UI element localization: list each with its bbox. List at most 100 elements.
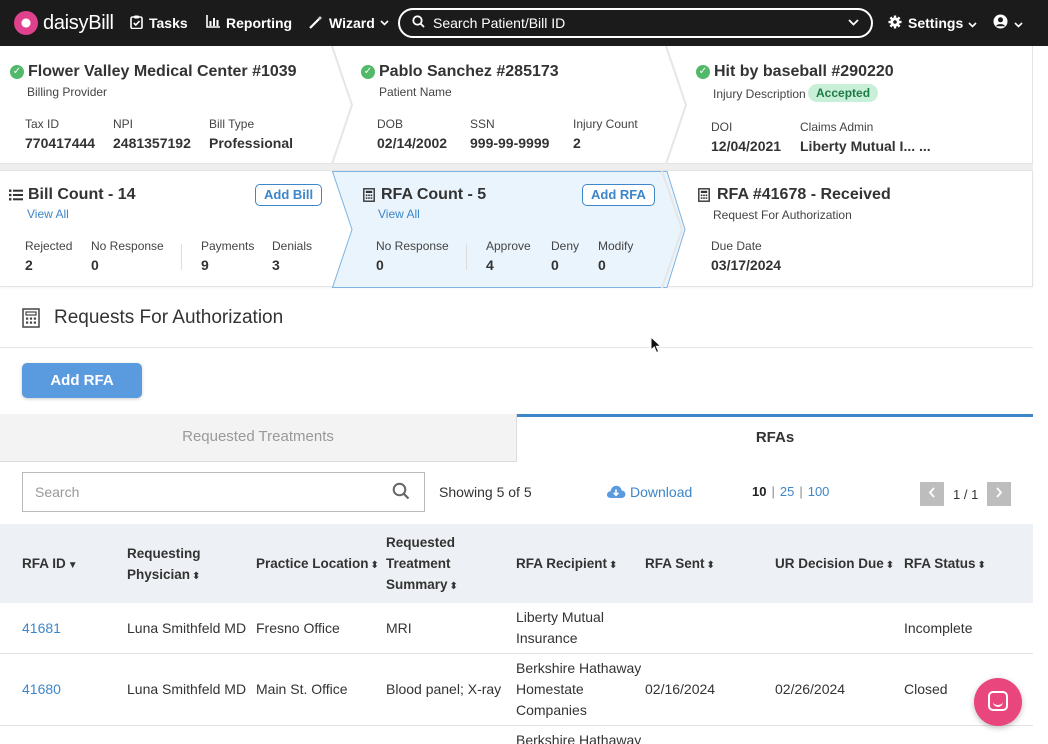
nav-reporting[interactable]: Reporting xyxy=(206,0,292,46)
mouse-cursor-icon xyxy=(650,336,662,354)
status-cell: Closed xyxy=(904,681,948,697)
add-rfa-card-button[interactable]: Add RFA xyxy=(582,184,655,206)
col-rfa-status[interactable]: RFA Status ⬍ xyxy=(904,553,986,576)
search-dropdown-chevron-icon[interactable] xyxy=(848,15,859,29)
table-row[interactable]: 41681 Luna Smithfeld MD Fresno Office MR… xyxy=(0,603,1033,654)
bill-type-label: Bill Type xyxy=(209,117,255,131)
pagination: 1 / 1 xyxy=(920,482,1012,506)
current-rfa-card[interactable]: RFA #41678 - Received Request For Author… xyxy=(680,171,1033,286)
col-treatment-summary[interactable]: Requested Treatment Summary ⬍ xyxy=(386,532,458,597)
list-icon xyxy=(9,189,23,201)
header-label: RFA ID xyxy=(22,556,66,571)
bill-count-title: Bill Count - 14 xyxy=(28,186,136,203)
col-rfa-recipient[interactable]: RFA Recipient ⬍ xyxy=(516,553,617,576)
npi-value: 2481357192 xyxy=(113,135,191,151)
recipient-line: Insurance xyxy=(516,630,578,646)
page-size-selector: 10 | 25 | 100 xyxy=(750,484,831,499)
calculator-form-icon xyxy=(698,188,710,202)
daisy-logo-icon xyxy=(14,11,38,35)
header-label: UR Decision Due xyxy=(775,556,884,571)
calculator-form-icon xyxy=(22,308,40,328)
patient-subtitle: Patient Name xyxy=(379,85,452,99)
page-title-text: Requests For Authorization xyxy=(54,307,284,328)
location-cell: Main St. Office xyxy=(256,681,348,697)
bills-view-all-link[interactable]: View All xyxy=(27,207,69,221)
download-link[interactable]: Download xyxy=(606,484,692,500)
divider xyxy=(181,244,182,270)
sort-icon: ⬍ xyxy=(192,571,201,582)
col-practice-location[interactable]: Practice Location ⬍ xyxy=(256,553,379,576)
rfa-view-all-link[interactable]: View All xyxy=(378,207,420,221)
claims-admin-label: Claims Admin xyxy=(800,120,874,134)
nav-wizard[interactable]: Wizard xyxy=(309,0,389,46)
add-rfa-button[interactable]: Add RFA xyxy=(22,363,142,398)
page-indicator: 1 / 1 xyxy=(953,486,979,502)
rfa-count-card[interactable]: RFA Count - 5 View All Add RFA No Respon… xyxy=(345,171,665,286)
recipient-line: Berkshire Hathaway xyxy=(516,732,642,744)
col-rfa-sent[interactable]: RFA Sent ⬍ xyxy=(645,553,715,576)
injury-count-value: 2 xyxy=(573,135,581,151)
divider xyxy=(0,347,1033,348)
page-size-100[interactable]: 100 xyxy=(808,484,830,499)
tab-requested-treatments[interactable]: Requested Treatments xyxy=(0,414,517,462)
ssn-label: SSN xyxy=(470,117,495,131)
col-rfa-id[interactable]: RFA ID ▼ xyxy=(22,553,78,576)
header-label: Requested xyxy=(386,535,456,550)
prev-page-button[interactable] xyxy=(920,482,944,506)
chevron-right-icon xyxy=(996,487,1003,498)
table-search-input[interactable] xyxy=(23,473,383,511)
table-header: RFA ID ▼ Requesting Physician ⬍ Practice Lo… xyxy=(0,524,1033,603)
bill-count-card[interactable]: Bill Count - 14 View All Add Bill Reject… xyxy=(0,171,335,286)
check-circle-icon: ✓ xyxy=(361,65,375,79)
table-row[interactable]: 41680 Luna Smithfeld MD Main St. Office … xyxy=(0,654,1033,726)
magic-wand-icon xyxy=(309,15,323,32)
search-icon[interactable] xyxy=(392,482,412,502)
logo-text: daisyBill xyxy=(43,11,114,34)
rfa-count-title: RFA Count - 5 xyxy=(381,186,487,203)
logo[interactable]: daisyBill xyxy=(14,11,114,35)
col-requesting-physician[interactable]: Requesting Physician ⬍ xyxy=(127,543,201,587)
global-search-input[interactable]: Search Patient/Bill ID xyxy=(398,8,873,38)
approve-value: 4 xyxy=(486,257,494,273)
next-page-button[interactable] xyxy=(987,482,1012,506)
recipient-line: Liberty Mutual xyxy=(516,609,604,625)
rfa-no-response-value: 0 xyxy=(376,257,384,273)
add-bill-button[interactable]: Add Bill xyxy=(255,184,323,206)
rfa-id-link[interactable]: 41681 xyxy=(22,618,61,639)
table-search-field[interactable] xyxy=(22,472,425,512)
header-label: RFA Status xyxy=(904,556,976,571)
col-ur-decision-due[interactable]: UR Decision Due ⬍ xyxy=(775,553,894,576)
summary-cell: MRI xyxy=(386,620,412,636)
nav-reporting-label: Reporting xyxy=(226,15,293,31)
divider xyxy=(466,244,467,270)
page-size-25[interactable]: 25 xyxy=(780,484,794,499)
no-response-value: 0 xyxy=(91,257,99,273)
chat-launcher-button[interactable] xyxy=(974,678,1022,726)
nav-settings[interactable]: Settings xyxy=(888,0,977,46)
page-size-10[interactable]: 10 xyxy=(752,484,766,499)
rfa-id-link[interactable]: 41680 xyxy=(22,679,61,700)
physician-cell: Luna Smithfeld MD xyxy=(127,681,247,697)
header-label: RFA Sent xyxy=(645,556,705,571)
tab-rfas[interactable]: RFAs xyxy=(517,414,1033,462)
doi-value: 12/04/2021 xyxy=(711,138,782,154)
header-label: RFA Recipient xyxy=(516,556,608,571)
page-title: Requests For Authorization xyxy=(22,307,283,329)
table-row[interactable]: Berkshire Hathaway xyxy=(0,726,1033,744)
nav-tasks[interactable]: Tasks xyxy=(130,0,188,46)
sort-icon: ⬍ xyxy=(370,560,379,571)
recipient-cell: Berkshire Hathaway Homestate Companies xyxy=(516,658,641,721)
nav-user-menu[interactable] xyxy=(993,0,1023,46)
provider-subtitle: Billing Provider xyxy=(27,85,108,99)
chevron-down-icon xyxy=(1014,15,1023,31)
separator: | xyxy=(771,484,775,499)
injury-card[interactable]: ✓ Hit by baseball #290220 Injury Descrip… xyxy=(680,46,1033,163)
tax-id-label: Tax ID xyxy=(25,117,60,131)
header-label: Requesting xyxy=(127,546,201,561)
user-avatar-icon xyxy=(993,14,1008,32)
calculator-form-icon xyxy=(363,188,375,202)
due-date-value: 03/17/2024 xyxy=(711,257,782,273)
bill-type-value: Professional xyxy=(209,135,294,151)
patient-card[interactable]: ✓ Pablo Sanchez #285173 Patient Name DOB… xyxy=(345,46,675,163)
provider-card[interactable]: ✓ Flower Valley Medical Center #1039 Bil… xyxy=(0,46,340,163)
